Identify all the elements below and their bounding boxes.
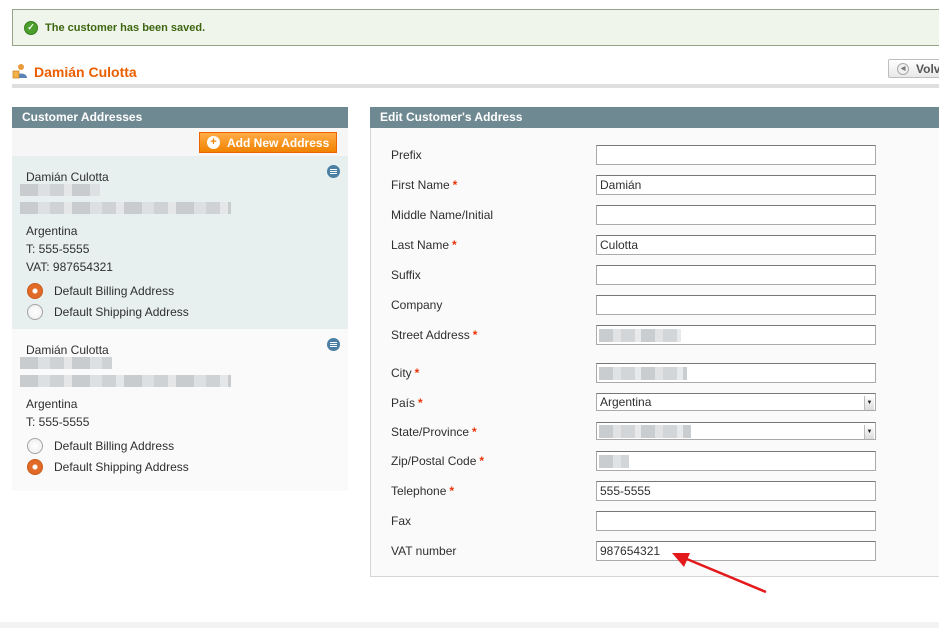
edit-address-panel: Edit Customer's Address Prefix First Nam… [370,107,939,577]
vat-number-label: VAT number [391,544,457,558]
first-name-label: First Name * [391,178,458,192]
state-row: State/Province * ▼ [391,422,939,442]
street-address-row: Street Address * [391,325,939,345]
back-arrow-icon: ◀ [897,62,909,75]
suffix-row: Suffix [391,265,939,285]
address-card[interactable]: Damián Culotta Argentina T: 555-5555 VAT… [12,156,348,329]
address-menu-icon[interactable] [327,338,340,351]
street-address-label: Street Address * [391,328,478,342]
prefix-row: Prefix [391,145,939,165]
redacted-street [599,329,681,342]
default-shipping-label: Default Shipping Address [54,460,189,474]
default-billing-option[interactable]: Default Billing Address [27,283,174,299]
redacted-zip [599,455,629,468]
last-name-row: Last Name * Culotta [391,235,939,255]
back-button-label: Volv [916,61,939,76]
middle-name-row: Middle Name/Initial [391,205,939,225]
city-input[interactable] [596,363,876,383]
redacted-address-line [20,184,100,196]
country-row: País * Argentina ▼ [391,393,939,413]
suffix-label: Suffix [391,268,421,282]
first-name-input[interactable]: Damián [596,175,876,195]
redacted-address-line [20,375,231,387]
dropdown-arrow-icon: ▼ [864,396,874,410]
customer-icon [12,64,27,79]
prefix-input[interactable] [596,145,876,165]
page-title: Damián Culotta [34,64,137,80]
fax-input[interactable] [596,511,876,531]
fax-label: Fax [391,514,412,528]
default-shipping-label: Default Shipping Address [54,305,189,319]
company-input[interactable] [596,295,876,315]
middle-name-label: Middle Name/Initial [391,208,494,222]
zip-input[interactable] [596,451,876,471]
back-button[interactable]: ◀ Volv [888,59,939,78]
state-label: State/Province * [391,425,477,439]
add-address-bar: + Add New Address [12,128,348,156]
edit-address-title: Edit Customer's Address [370,107,939,128]
add-new-address-label: Add New Address [227,135,330,150]
city-row: City * [391,363,939,383]
footer-divider [0,622,939,628]
fax-row: Fax [391,511,939,531]
middle-name-input[interactable] [596,205,876,225]
default-billing-option[interactable]: Default Billing Address [27,438,174,454]
success-message: ✓ The customer has been saved. [12,9,939,46]
address-name: Damián Culotta [26,170,109,184]
last-name-input[interactable]: Culotta [596,235,876,255]
check-icon: ✓ [24,20,38,35]
company-label: Company [391,298,443,312]
address-phone: T: 555-5555 [26,242,90,256]
zip-label: Zip/Postal Code * [391,454,485,468]
address-country: Argentina [26,224,78,238]
dropdown-arrow-icon: ▼ [864,425,874,439]
redacted-city [599,367,687,380]
page-header: Damián Culotta ◀ Volv [12,58,939,88]
default-shipping-radio[interactable] [27,459,43,475]
first-name-row: First Name * Damián [391,175,939,195]
address-name: Damián Culotta [26,343,109,357]
default-billing-label: Default Billing Address [54,439,175,453]
default-shipping-option[interactable]: Default Shipping Address [27,459,189,475]
last-name-label: Last Name * [391,238,457,252]
redacted-address-line [20,202,231,214]
address-country: Argentina [26,397,78,411]
redacted-state [599,425,691,438]
annotation-arrow-icon [672,553,767,594]
country-label: País * [391,396,423,410]
customer-addresses-title: Customer Addresses [12,107,348,128]
default-billing-radio[interactable] [27,438,43,454]
zip-row: Zip/Postal Code * [391,451,939,471]
state-select[interactable]: ▼ [596,422,876,440]
plus-icon: + [207,136,220,149]
success-message-text: The customer has been saved. [45,21,206,34]
country-select[interactable]: Argentina ▼ [596,393,876,411]
default-shipping-option[interactable]: Default Shipping Address [27,304,189,320]
prefix-label: Prefix [391,148,422,162]
street-address-input[interactable] [596,325,876,345]
address-menu-icon[interactable] [327,165,340,178]
telephone-input[interactable]: 555-5555 [596,481,876,501]
company-row: Company [391,295,939,315]
address-phone: T: 555-5555 [26,415,90,429]
city-label: City * [391,366,420,380]
telephone-row: Telephone * 555-5555 [391,481,939,501]
redacted-address-line [20,357,112,369]
telephone-label: Telephone * [391,484,455,498]
default-billing-label: Default Billing Address [54,284,175,298]
default-billing-radio[interactable] [27,283,43,299]
suffix-input[interactable] [596,265,876,285]
address-card[interactable]: Damián Culotta Argentina T: 555-5555 Def… [12,329,348,491]
default-shipping-radio[interactable] [27,304,43,320]
country-select-value: Argentina [600,395,652,409]
address-vat: VAT: 987654321 [26,260,113,274]
add-new-address-button[interactable]: + Add New Address [199,132,337,153]
customer-addresses-panel: Customer Addresses + Add New Address Dam… [12,107,348,491]
